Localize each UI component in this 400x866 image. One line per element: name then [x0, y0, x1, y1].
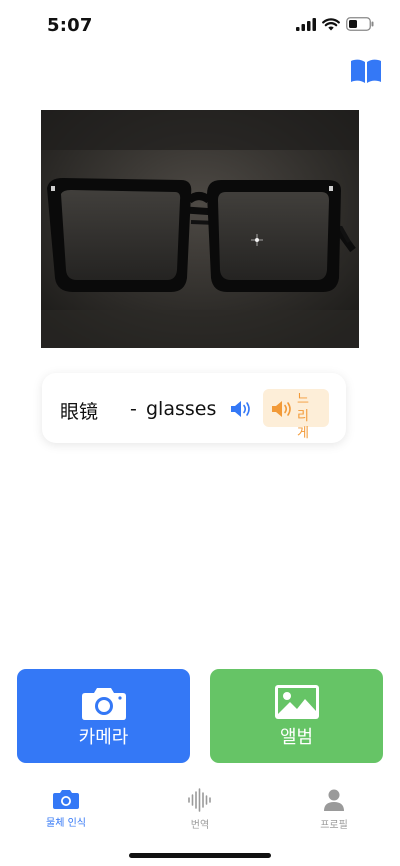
battery-icon [346, 17, 374, 31]
camera-icon [53, 790, 79, 809]
cellular-signal-icon [296, 17, 316, 31]
recognized-word: 眼镜 [60, 401, 99, 423]
translated-word: glasses [146, 398, 217, 420]
camera-button[interactable]: 카메라 [17, 669, 190, 763]
glasses-photo-image [41, 110, 359, 348]
dictionary-button[interactable] [350, 58, 382, 86]
tab-bar: 물체 인식 번역 프로필 [0, 780, 400, 840]
album-button-label: 앨범 [279, 727, 314, 748]
album-button[interactable]: 앨범 [210, 669, 383, 763]
result-separator: - [130, 398, 137, 420]
speaker-icon [231, 401, 250, 417]
status-time: 5:07 [47, 15, 93, 36]
tab-object-recognition[interactable]: 물체 인식 [16, 788, 116, 829]
camera-icon [81, 688, 126, 720]
speak-button[interactable] [230, 399, 254, 419]
tab-label: 물체 인식 [46, 818, 86, 829]
photo-icon [274, 685, 319, 719]
slow-speak-button[interactable]: 느리게 [263, 389, 329, 441]
tab-profile[interactable]: 프로필 [284, 788, 384, 831]
home-indicator [129, 853, 271, 858]
wifi-icon [322, 17, 340, 30]
tab-label: 프로필 [320, 820, 348, 831]
tab-label: 번역 [190, 820, 210, 831]
tab-translate[interactable]: 번역 [150, 788, 250, 831]
person-icon [324, 789, 344, 811]
status-icons [296, 17, 374, 31]
camera-button-label: 카메라 [78, 727, 129, 748]
slow-speak-label: 느리게 [297, 392, 309, 441]
book-icon [351, 59, 381, 83]
speaker-icon [272, 401, 291, 417]
waveform-icon [188, 788, 211, 812]
status-bar: 5:07 [0, 0, 400, 50]
recognition-result-card: 眼镜 - glasses 느리게 [42, 373, 346, 443]
captured-photo [41, 110, 359, 348]
